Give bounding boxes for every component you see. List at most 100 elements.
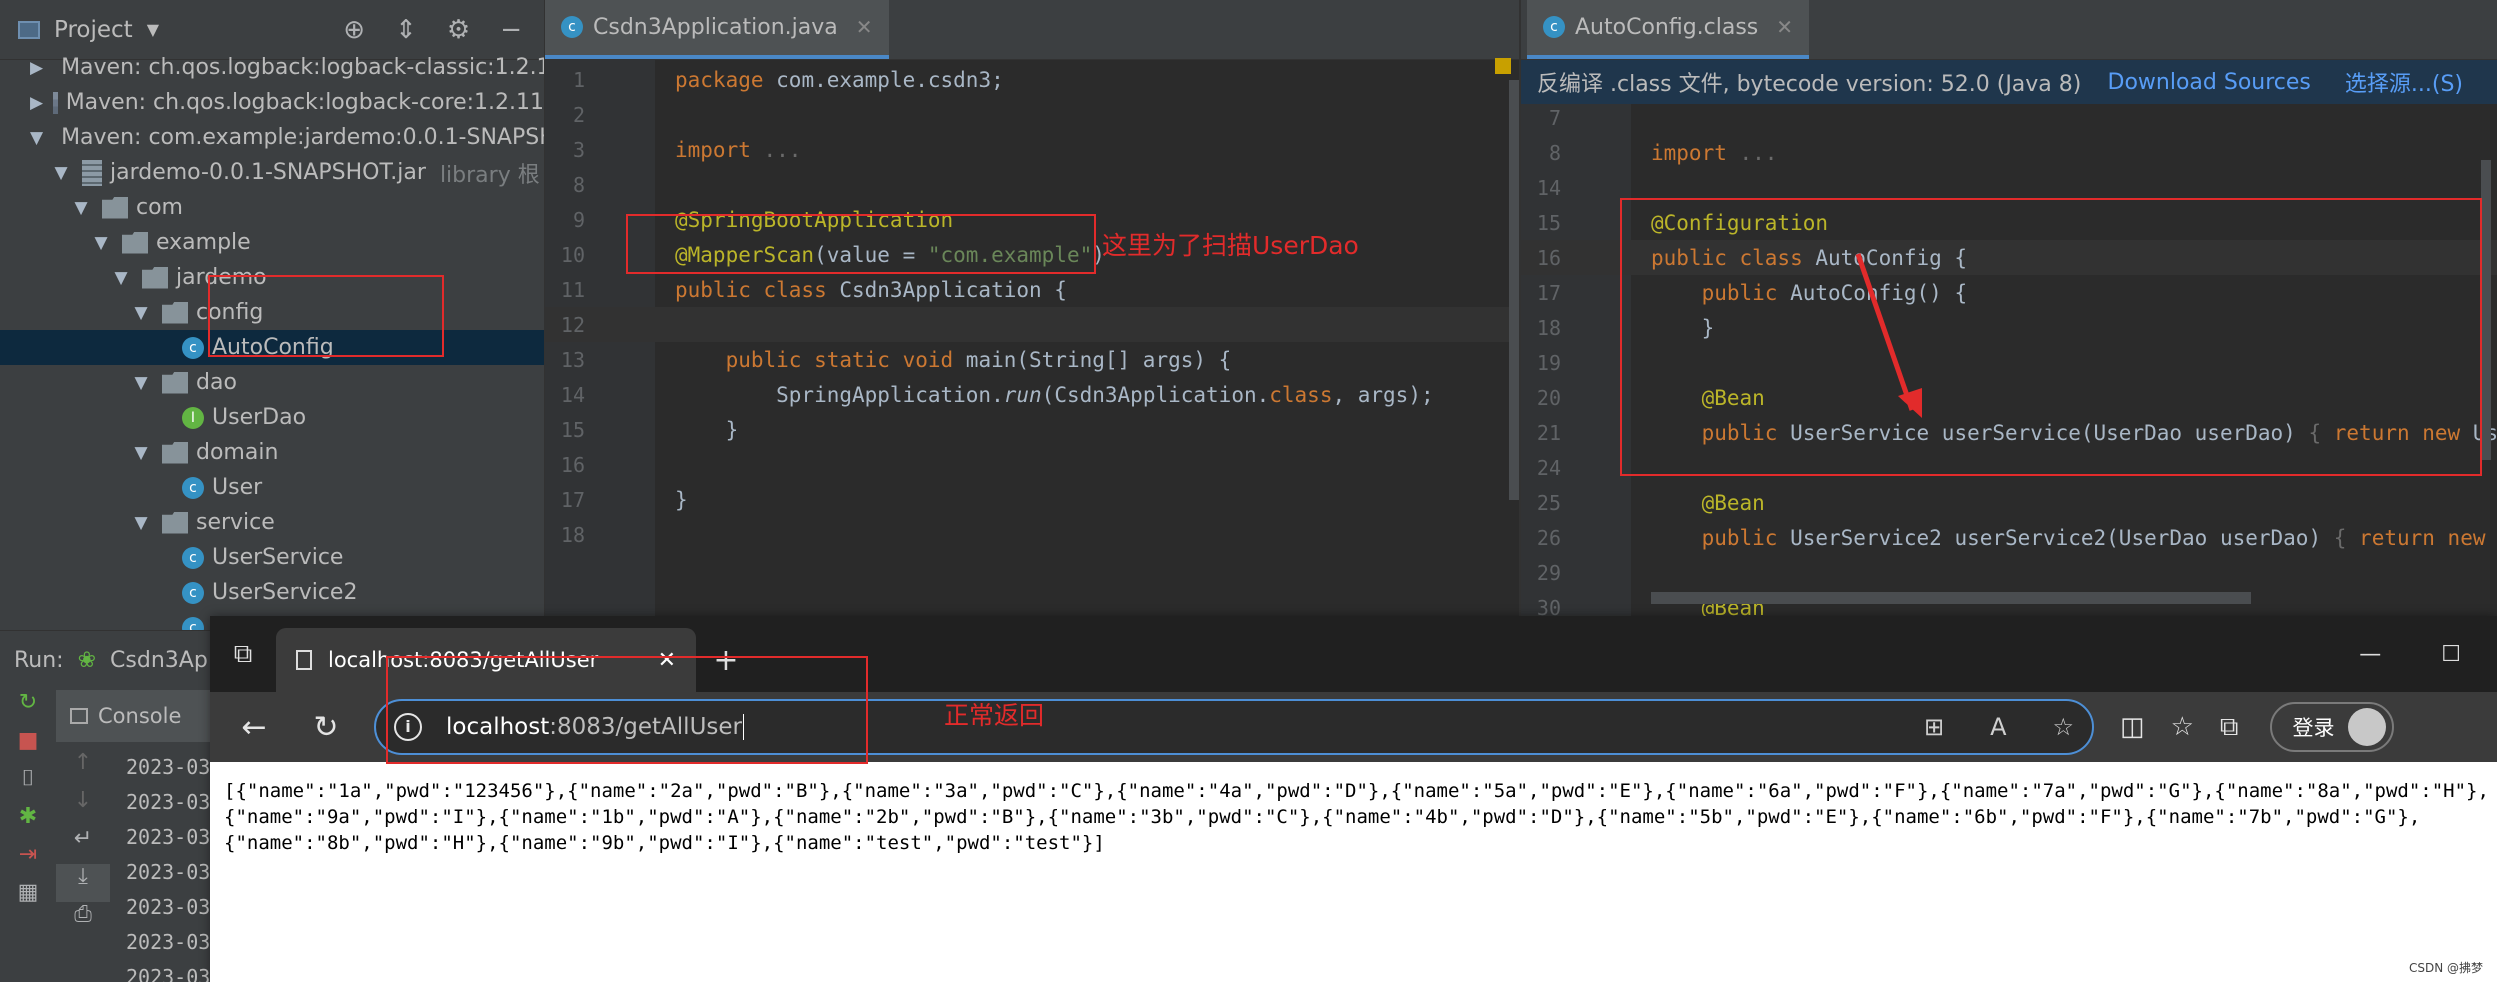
- tree-item[interactable]: c UserService: [0, 540, 544, 575]
- tree-item[interactable]: ▼ dao: [0, 365, 544, 400]
- tree-item[interactable]: ▶ Maven: ch.qos.logback:logback-core:1.2.…: [0, 85, 544, 120]
- minimize-window-icon[interactable]: —: [2359, 642, 2381, 667]
- log-line: 2023-03: [126, 895, 211, 919]
- arrow-down-icon[interactable]: ↓: [56, 788, 110, 826]
- code-line[interactable]: 15 }: [545, 412, 1519, 447]
- debug-icon[interactable]: ✱: [0, 804, 56, 842]
- line-number: 14: [1536, 175, 1561, 200]
- code-line[interactable]: 8 import ...: [1521, 135, 2497, 170]
- scrollbar-marker: [1495, 58, 1511, 74]
- tree-item[interactable]: ▶ Maven: ch.qos.logback:logback-classic:1…: [0, 50, 544, 85]
- close-icon[interactable]: ✕: [856, 15, 873, 39]
- line-number: 21: [1536, 420, 1561, 445]
- code-line[interactable]: 11 public class Csdn3Application {: [545, 272, 1519, 307]
- code-line[interactable]: 1 package com.example.csdn3;: [545, 62, 1519, 97]
- chevron-right-icon[interactable]: ▶: [30, 58, 43, 78]
- tree-item[interactable]: ▼ example: [0, 225, 544, 260]
- rerun-icon[interactable]: ↻: [0, 690, 56, 728]
- code-line[interactable]: 29: [1521, 555, 2497, 590]
- minimize-icon[interactable]: −: [500, 15, 522, 45]
- choose-sources-link[interactable]: 选择源...(S): [2345, 66, 2463, 98]
- window-controls: — ☐: [2359, 616, 2497, 692]
- tree-item[interactable]: I UserDao: [0, 400, 544, 435]
- tree-item[interactable]: ▼ com: [0, 190, 544, 225]
- editor1-scrollbar[interactable]: [1509, 80, 1519, 500]
- maximize-window-icon[interactable]: ☐: [2441, 642, 2461, 667]
- annotation-box-autoconfig: [1620, 198, 2482, 476]
- login-button[interactable]: 登录: [2270, 702, 2395, 752]
- tree-item[interactable]: ▼ service: [0, 505, 544, 540]
- app-available-icon[interactable]: ⊞: [1924, 713, 1944, 741]
- read-aloud-icon[interactable]: A: [1990, 713, 2006, 741]
- back-icon[interactable]: ←: [224, 697, 284, 757]
- chevron-down-icon[interactable]: ▼: [110, 268, 132, 288]
- chevron-down-icon[interactable]: ▼: [130, 373, 152, 393]
- print-icon[interactable]: ⎙: [56, 902, 110, 940]
- chevron-down-icon[interactable]: ▼: [90, 233, 112, 253]
- chevron-down-icon[interactable]: ▼: [70, 198, 92, 218]
- annotation-arrow: [1855, 253, 1922, 418]
- code-line[interactable]: 12: [545, 307, 1519, 342]
- arrow-up-icon[interactable]: ↑: [56, 750, 110, 788]
- refresh-icon[interactable]: ↻: [296, 697, 356, 757]
- code-line[interactable]: 8: [545, 167, 1519, 202]
- tree-item[interactable]: ▼ domain: [0, 435, 544, 470]
- chevron-down-icon[interactable]: ▼: [130, 513, 152, 533]
- chevron-down-icon[interactable]: ▼: [130, 443, 152, 463]
- editor2-scrollbar[interactable]: [2481, 160, 2491, 460]
- collections-icon[interactable]: ⧉: [2220, 712, 2239, 743]
- tree-item[interactable]: ▼ Maven: com.example:jardemo:0.0.1-SNAPSH…: [0, 120, 544, 155]
- code-line[interactable]: 17}: [545, 482, 1519, 517]
- exit-icon[interactable]: ⇥: [0, 842, 56, 880]
- run-config-name[interactable]: Csdn3Ap: [110, 648, 208, 673]
- tab-csdn3application[interactable]: c Csdn3Application.java ✕: [545, 0, 889, 59]
- chevron-right-icon[interactable]: ▶: [30, 93, 43, 113]
- code-line[interactable]: 16: [545, 447, 1519, 482]
- line-number: 17: [560, 487, 585, 512]
- tree-item[interactable]: ▼ jardemo-0.0.1-SNAPSHOT.jar library 根: [0, 155, 544, 190]
- console-log[interactable]: 2023-03 2023-03 2023-03 2023-03 2023-03 2023-…: [126, 750, 212, 982]
- tab-label: Csdn3Application.java: [593, 14, 838, 40]
- code-line[interactable]: 7: [1521, 100, 2497, 135]
- chevron-down-icon[interactable]: ▼: [147, 20, 159, 39]
- project-title[interactable]: Project: [54, 17, 133, 43]
- scroll-to-end-icon[interactable]: ⤓: [56, 864, 110, 902]
- camera-icon[interactable]: ⌷: [0, 766, 56, 804]
- annotation-box-config: [208, 275, 444, 357]
- chevron-down-icon[interactable]: ▼: [130, 303, 152, 323]
- soft-wrap-icon[interactable]: ↵: [56, 826, 110, 864]
- log-line: 2023-03: [126, 860, 211, 884]
- tree-item-label: jardemo-0.0.1-SNAPSHOT.jar: [110, 160, 426, 185]
- chevron-down-icon[interactable]: ▼: [30, 128, 43, 148]
- code-line[interactable]: 18: [545, 517, 1519, 552]
- class-icon: c: [182, 336, 204, 359]
- collapse-icon[interactable]: ⇕: [395, 15, 417, 45]
- tab-autoconfig[interactable]: c AutoConfig.class ✕: [1527, 0, 1810, 59]
- json-response: [{"name":"1a","pwd":"123456"},{"name":"2…: [224, 780, 2489, 854]
- code-line[interactable]: 25 @Bean: [1521, 485, 2497, 520]
- code-line[interactable]: 3 import ...: [545, 132, 1519, 167]
- tab-console[interactable]: Console: [56, 690, 216, 742]
- locate-icon[interactable]: ⊕: [343, 15, 365, 45]
- close-icon[interactable]: ✕: [1776, 15, 1793, 39]
- class-icon: c: [182, 546, 204, 569]
- download-sources-link[interactable]: Download Sources: [2108, 70, 2311, 95]
- favorites-icon[interactable]: ☆: [2171, 712, 2194, 743]
- layout-icon[interactable]: ▦: [0, 880, 56, 918]
- tree-item[interactable]: c UserService2: [0, 575, 544, 610]
- add-favorite-icon[interactable]: ☆: [2052, 713, 2074, 741]
- tree-item[interactable]: c User: [0, 470, 544, 505]
- tab-actions-icon[interactable]: ⧉: [210, 616, 276, 692]
- editor2-hscrollbar[interactable]: [1651, 592, 2251, 604]
- stop-icon[interactable]: ■: [0, 728, 56, 766]
- code-line[interactable]: 13 public static void main(String[] args…: [545, 342, 1519, 377]
- code-line[interactable]: 2: [545, 97, 1519, 132]
- code-line[interactable]: 14 SpringApplication.run(Csdn3Applicatio…: [545, 377, 1519, 412]
- code-line[interactable]: 26 public UserService2 userService2(User…: [1521, 520, 2497, 555]
- annotation-mapperscan-note: 这里为了扫描UserDao: [1102, 231, 1359, 260]
- editor-csdn3application: c Csdn3Application.java ✕ 1 package com.e…: [544, 0, 1519, 630]
- chevron-down-icon[interactable]: ▼: [50, 163, 72, 183]
- split-screen-icon[interactable]: ◫: [2120, 712, 2145, 743]
- tree-item-label: domain: [196, 440, 279, 465]
- gear-icon[interactable]: ⚙: [447, 15, 470, 45]
